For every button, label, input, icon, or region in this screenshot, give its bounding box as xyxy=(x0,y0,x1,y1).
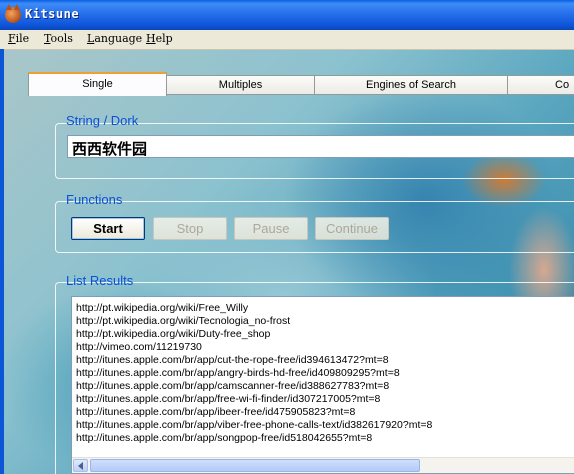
start-button[interactable]: Start xyxy=(71,217,145,240)
list-item[interactable]: http://pt.wikipedia.org/wiki/Tecnologia_… xyxy=(76,315,290,327)
main-panel: Single Multiples Engines of Search Co St… xyxy=(4,50,574,474)
tab-more[interactable]: Co xyxy=(507,75,574,94)
title-bar[interactable]: Kitsune xyxy=(0,0,574,30)
menu-file[interactable]: File xyxy=(8,32,29,45)
dork-input[interactable]: 西西软件园 xyxy=(67,135,574,158)
functions-group-label: Functions xyxy=(66,192,123,207)
menu-help[interactable]: Help xyxy=(146,32,173,45)
fox-icon xyxy=(5,4,21,23)
scroll-left-icon[interactable] xyxy=(73,459,88,472)
list-item[interactable]: http://pt.wikipedia.org/wiki/Free_Willy xyxy=(76,302,248,314)
continue-button[interactable]: Continue xyxy=(315,217,389,240)
list-item[interactable]: http://vimeo.com/11219730 xyxy=(76,341,202,353)
list-item[interactable]: http://itunes.apple.com/br/app/songpop-f… xyxy=(76,432,372,444)
results-list[interactable]: http://pt.wikipedia.org/wiki/Free_Willy … xyxy=(71,296,574,474)
stop-button[interactable]: Stop xyxy=(153,217,227,240)
list-item[interactable]: http://pt.wikipedia.org/wiki/Duty-free_s… xyxy=(76,328,270,340)
list-item[interactable]: http://itunes.apple.com/br/app/camscanne… xyxy=(76,380,389,392)
results-group-label: List Results xyxy=(66,273,134,288)
scroll-thumb[interactable] xyxy=(90,459,420,472)
pause-button[interactable]: Pause xyxy=(234,217,308,240)
list-item[interactable]: http://itunes.apple.com/br/app/free-wi-f… xyxy=(76,393,380,405)
menu-language[interactable]: Language xyxy=(87,32,142,45)
tab-single[interactable]: Single xyxy=(28,72,167,96)
window-title: Kitsune xyxy=(25,7,80,21)
list-item[interactable]: http://itunes.apple.com/br/app/ibeer-fre… xyxy=(76,406,355,418)
menu-bar: File Tools Language Help xyxy=(0,30,574,50)
string-group-label: String / Dork xyxy=(66,113,139,128)
tab-engines-of-search[interactable]: Engines of Search xyxy=(314,75,508,94)
list-item[interactable]: http://itunes.apple.com/br/app/cut-the-r… xyxy=(76,354,389,366)
list-item[interactable]: http://itunes.apple.com/br/app/angry-bir… xyxy=(76,367,400,379)
menu-tools[interactable]: Tools xyxy=(44,32,73,45)
list-item[interactable]: http://itunes.apple.com/br/app/viber-fre… xyxy=(76,419,432,431)
horizontal-scrollbar[interactable] xyxy=(72,457,574,473)
tab-multiples[interactable]: Multiples xyxy=(166,75,315,94)
